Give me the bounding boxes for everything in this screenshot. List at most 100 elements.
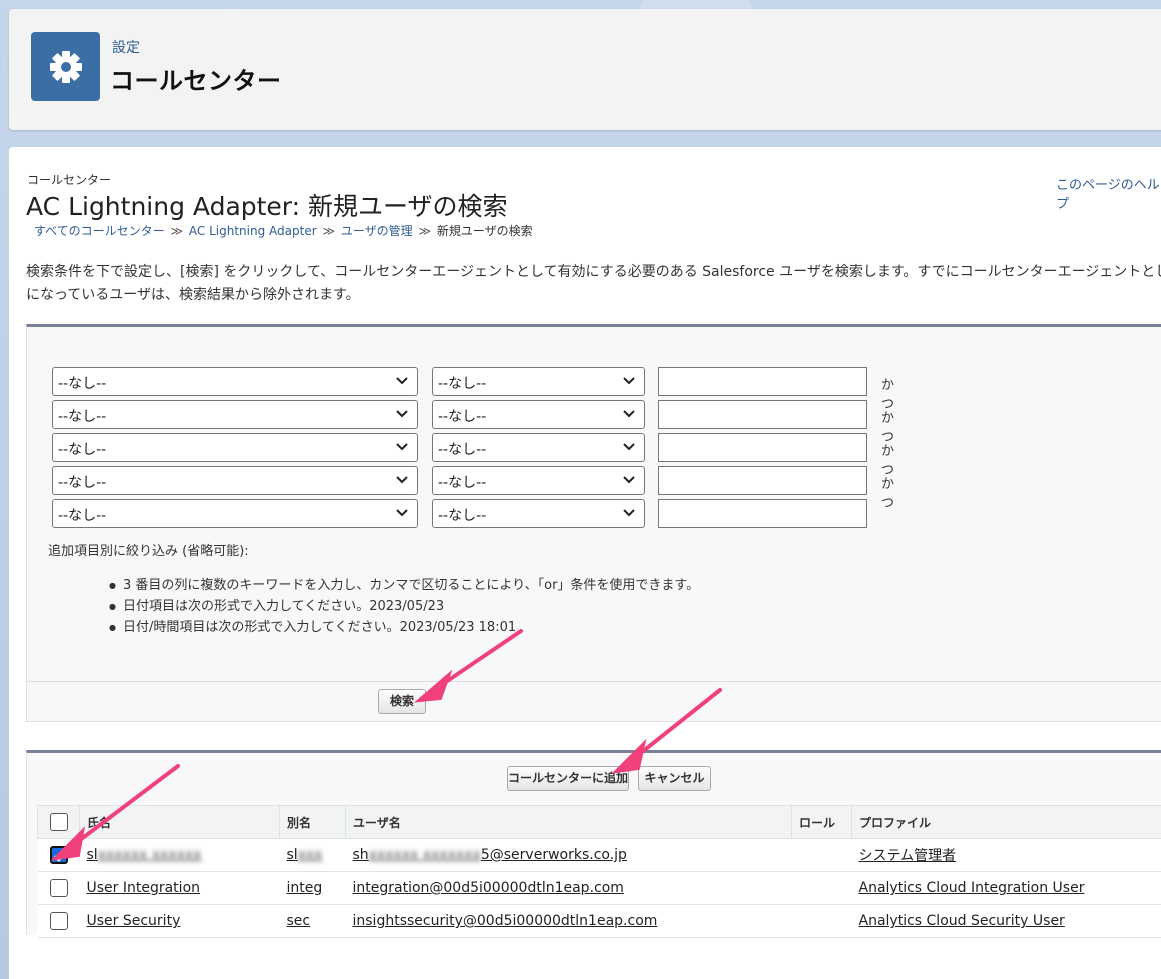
help-link[interactable]: このページのヘルプ [1056,174,1161,212]
row-checkbox[interactable] [49,912,68,930]
value-input[interactable] [658,499,867,528]
chevron-down-icon [396,410,408,418]
chevron-down-icon [396,377,408,385]
description-line: 検索条件を下で設定し、[検索] をクリックして、コールセンターエージェントとして… [26,264,1161,280]
operator-select[interactable]: --なし-- [432,499,645,528]
and-label: かつ [881,477,895,511]
hint-item: 3 番目の列に複数のキーワードを入力し、カンマで区切ることにより、「or」条件を… [109,575,699,596]
hint-title: 追加項目別に絞り込み (省略可能): [48,544,249,559]
search-button[interactable]: 検索 [378,689,426,714]
select-all-header [37,805,80,839]
row-checkbox[interactable] [49,846,68,864]
table-row: slxxxxxx xxxxxx slxxx shxxxxxx xxxxxxx5@… [37,838,1161,872]
value-input[interactable] [658,367,867,396]
username-cell: integration@00d5i00000dtln1eap.com [345,871,792,905]
breadcrumb-separator: ≫ [418,224,432,238]
alias-link[interactable]: sec [287,913,311,929]
divider [27,681,1161,682]
field-select-value: --なし-- [58,409,107,425]
breadcrumb-separator: ≫ [322,224,336,238]
cancel-button[interactable]: キャンセル [638,766,711,791]
username-link[interactable]: integration@00d5i00000dtln1eap.com [353,880,624,896]
table-row: User Integration integ integration@00d5i… [37,871,1161,905]
breadcrumb-manage-users[interactable]: ユーザの管理 [341,224,413,238]
profile-cell: Analytics Cloud Security User [851,904,1161,938]
value-input[interactable] [658,400,867,429]
breadcrumb-all-call-centers[interactable]: すべてのコールセンター [34,224,165,238]
alias-link[interactable]: slxxx [287,847,323,863]
hint-list: 3 番目の列に複数のキーワードを入力し、カンマで区切ることにより、「or」条件を… [109,575,699,638]
gear-icon [31,32,100,101]
alias-cell: integ [279,871,346,905]
user-name-link[interactable]: slxxxxxx xxxxxx [87,847,202,863]
operator-select-value: --なし-- [438,376,487,392]
role-cell [791,838,852,872]
field-select[interactable]: --なし-- [52,367,418,396]
row-select-cell [37,904,80,938]
chevron-down-icon [623,377,635,385]
chevron-down-icon [396,509,408,517]
username-cell: shxxxxxx xxxxxxx5@serverworks.co.jp [345,838,792,872]
user-name-link[interactable]: User Security [87,913,181,929]
profile-cell: Analytics Cloud Integration User [851,871,1161,905]
field-select[interactable]: --なし-- [52,499,418,528]
alias-cell: slxxx [279,838,346,872]
field-select-value: --なし-- [58,376,107,392]
column-header-role[interactable]: ロール [791,805,852,839]
value-input[interactable] [658,466,867,495]
operator-select-value: --なし-- [438,409,487,425]
username-link[interactable]: insightssecurity@00d5i00000dtln1eap.com [353,913,658,929]
name-cell: User Integration [79,871,280,905]
column-header-profile[interactable]: プロファイル [851,805,1161,839]
row-checkbox[interactable] [49,879,68,897]
field-select[interactable]: --なし-- [52,433,418,462]
header-breadcrumb[interactable]: 設定 [112,37,140,57]
results-table: 氏名 別名 ユーザ名 ロール プロファイル slxxxxxx xxxxxx sl… [37,805,1161,938]
chevron-down-icon [623,443,635,451]
hint-item: 日付項目は次の形式で入力してください。2023/05/23 [109,596,699,617]
profile-link[interactable]: Analytics Cloud Security User [859,913,1065,929]
value-input[interactable] [658,433,867,462]
name-cell: User Security [79,904,280,938]
table-header-row: 氏名 別名 ユーザ名 ロール プロファイル [37,805,1161,839]
field-select-value: --なし-- [58,475,107,491]
field-select[interactable]: --なし-- [52,466,418,495]
column-header-alias[interactable]: 別名 [279,805,346,839]
alias-link[interactable]: integ [287,880,323,896]
hint-item: 日付/時間項目は次の形式で入力してください。2023/05/23 18:01 [109,617,699,638]
field-select-value: --なし-- [58,442,107,458]
page-description: 検索条件を下で設定し、[検索] をクリックして、コールセンターエージェントとして… [26,261,1161,307]
profile-link[interactable]: Analytics Cloud Integration User [859,880,1085,896]
chevron-down-icon [623,476,635,484]
breadcrumb-current: 新規ユーザの検索 [436,224,533,238]
operator-select[interactable]: --なし-- [432,367,645,396]
description-line: になっているユーザは、検索結果から除外されます。 [26,287,360,303]
header-title: コールセンター [110,67,282,95]
username-cell: insightssecurity@00d5i00000dtln1eap.com [345,904,792,938]
results-panel: コールセンターに追加 キャンセル 氏名 別名 ユーザ名 ロール プロファイル s… [26,750,1161,938]
page-title: AC Lightning Adapter: 新規ユーザの検索 [26,192,508,221]
chevron-down-icon [623,509,635,517]
operator-select-value: --なし-- [438,508,487,524]
operator-select[interactable]: --なし-- [432,466,645,495]
add-to-call-center-button[interactable]: コールセンターに追加 [507,766,629,791]
field-select-value: --なし-- [58,508,107,524]
column-header-username[interactable]: ユーザ名 [345,805,792,839]
operator-select[interactable]: --なし-- [432,400,645,429]
profile-link[interactable]: システム管理者 [859,848,957,864]
row-select-cell [37,838,80,872]
breadcrumb-separator: ≫ [170,224,184,238]
chevron-down-icon [396,443,408,451]
name-cell: slxxxxxx xxxxxx [79,838,280,872]
alias-cell: sec [279,904,346,938]
field-select[interactable]: --なし-- [52,400,418,429]
chevron-down-icon [623,410,635,418]
role-cell [791,871,852,905]
user-name-link[interactable]: User Integration [87,880,201,896]
breadcrumb-adapter[interactable]: AC Lightning Adapter [189,224,317,238]
operator-select[interactable]: --なし-- [432,433,645,462]
column-header-name[interactable]: 氏名 [79,805,280,839]
username-link[interactable]: shxxxxxx xxxxxxx5@serverworks.co.jp [353,847,627,863]
role-cell [791,904,852,938]
select-all-checkbox[interactable] [50,813,68,831]
